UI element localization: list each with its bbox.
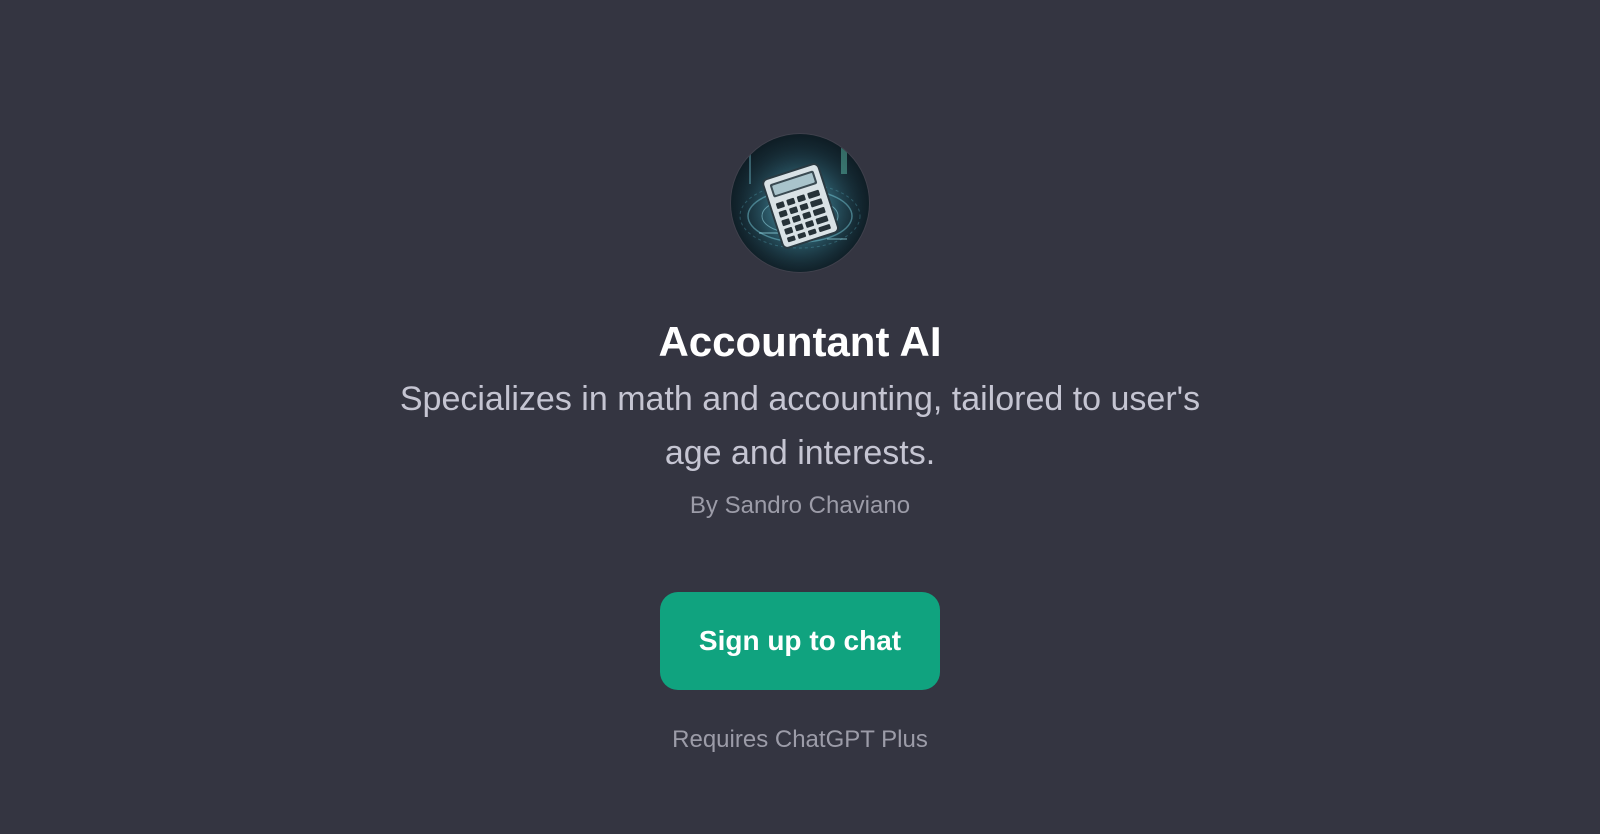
gpt-description: Specializes in math and accounting, tail… (399, 380, 1201, 472)
calculator-avatar-icon (731, 134, 869, 272)
sign-up-to-chat-button[interactable]: Sign up to chat (660, 592, 940, 690)
gpt-landing-page: Accountant AI Specializes in math and ac… (0, 0, 1600, 834)
plus-requirement-note: Requires ChatGPT Plus (672, 726, 928, 753)
author-byline: By Sandro Chaviano (689, 492, 911, 519)
page-title: Accountant AI (658, 318, 942, 365)
